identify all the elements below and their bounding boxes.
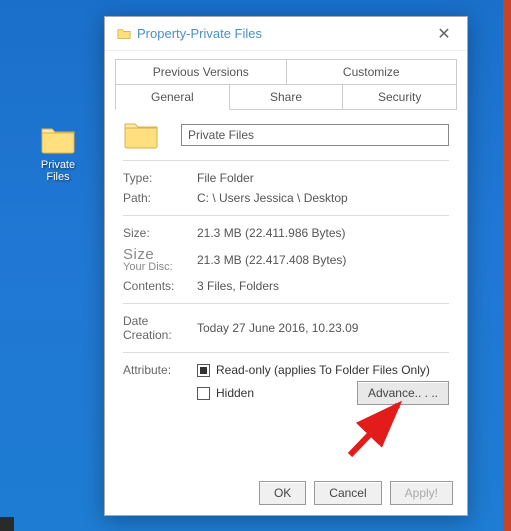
readonly-checkbox[interactable] xyxy=(197,364,210,377)
divider xyxy=(123,160,449,161)
tab-share[interactable]: Share xyxy=(230,85,344,110)
tab-security[interactable]: Security xyxy=(343,85,457,110)
path-value: C: \ Users Jessica \ Desktop xyxy=(197,191,449,205)
size-value: 21.3 MB (22.411.986 Bytes) xyxy=(197,226,449,240)
dialog-title: Property-Private Files xyxy=(137,26,429,41)
dialog-button-row: OK Cancel Apply! xyxy=(105,471,467,515)
advance-button[interactable]: Advance.. . .. xyxy=(357,381,449,405)
tab-strip: Previous Versions Customize General Shar… xyxy=(105,51,467,110)
ok-button[interactable]: OK xyxy=(259,481,306,505)
close-button[interactable]: ✕ xyxy=(429,24,459,44)
path-label: Path: xyxy=(123,191,197,205)
decorative-right-bar xyxy=(503,0,511,531)
date-label: Date Creation: xyxy=(123,314,197,342)
divider xyxy=(123,303,449,304)
decorative-corner xyxy=(0,517,14,531)
apply-button[interactable]: Apply! xyxy=(390,481,453,505)
tab-previous-versions[interactable]: Previous Versions xyxy=(115,59,287,85)
readonly-label: Read-only (applies To Folder Files Only) xyxy=(216,363,430,377)
divider xyxy=(123,215,449,216)
tab-customize[interactable]: Customize xyxy=(287,59,458,85)
desktop-folder[interactable]: Private Files xyxy=(28,125,88,183)
general-panel: Private Files Type: File Folder Path: C:… xyxy=(105,110,467,471)
type-value: File Folder xyxy=(197,171,449,185)
name-input[interactable]: Private Files xyxy=(181,124,449,146)
folder-icon xyxy=(40,125,76,155)
size-label: Size: xyxy=(123,226,197,240)
contents-value: 3 Files, Folders xyxy=(197,279,449,293)
folder-small-icon xyxy=(117,27,131,41)
hidden-label: Hidden xyxy=(216,386,254,400)
cancel-button[interactable]: Cancel xyxy=(314,481,381,505)
folder-large-icon xyxy=(123,120,159,150)
desktop-folder-label: Private Files xyxy=(28,159,88,183)
attribute-label: Attribute: xyxy=(123,363,197,377)
divider xyxy=(123,352,449,353)
tab-general[interactable]: General xyxy=(115,85,230,110)
hidden-checkbox[interactable] xyxy=(197,387,210,400)
properties-dialog: Property-Private Files ✕ Previous Versio… xyxy=(104,16,468,516)
date-value: Today 27 June 2016, 10.23.09 xyxy=(197,321,449,335)
contents-label: Contents: xyxy=(123,279,197,293)
disc-value: 21.3 MB (22.417.408 Bytes) xyxy=(197,253,449,267)
type-label: Type: xyxy=(123,171,197,185)
titlebar: Property-Private Files ✕ xyxy=(105,17,467,51)
disc-label: Size Your Disc: xyxy=(123,246,197,273)
